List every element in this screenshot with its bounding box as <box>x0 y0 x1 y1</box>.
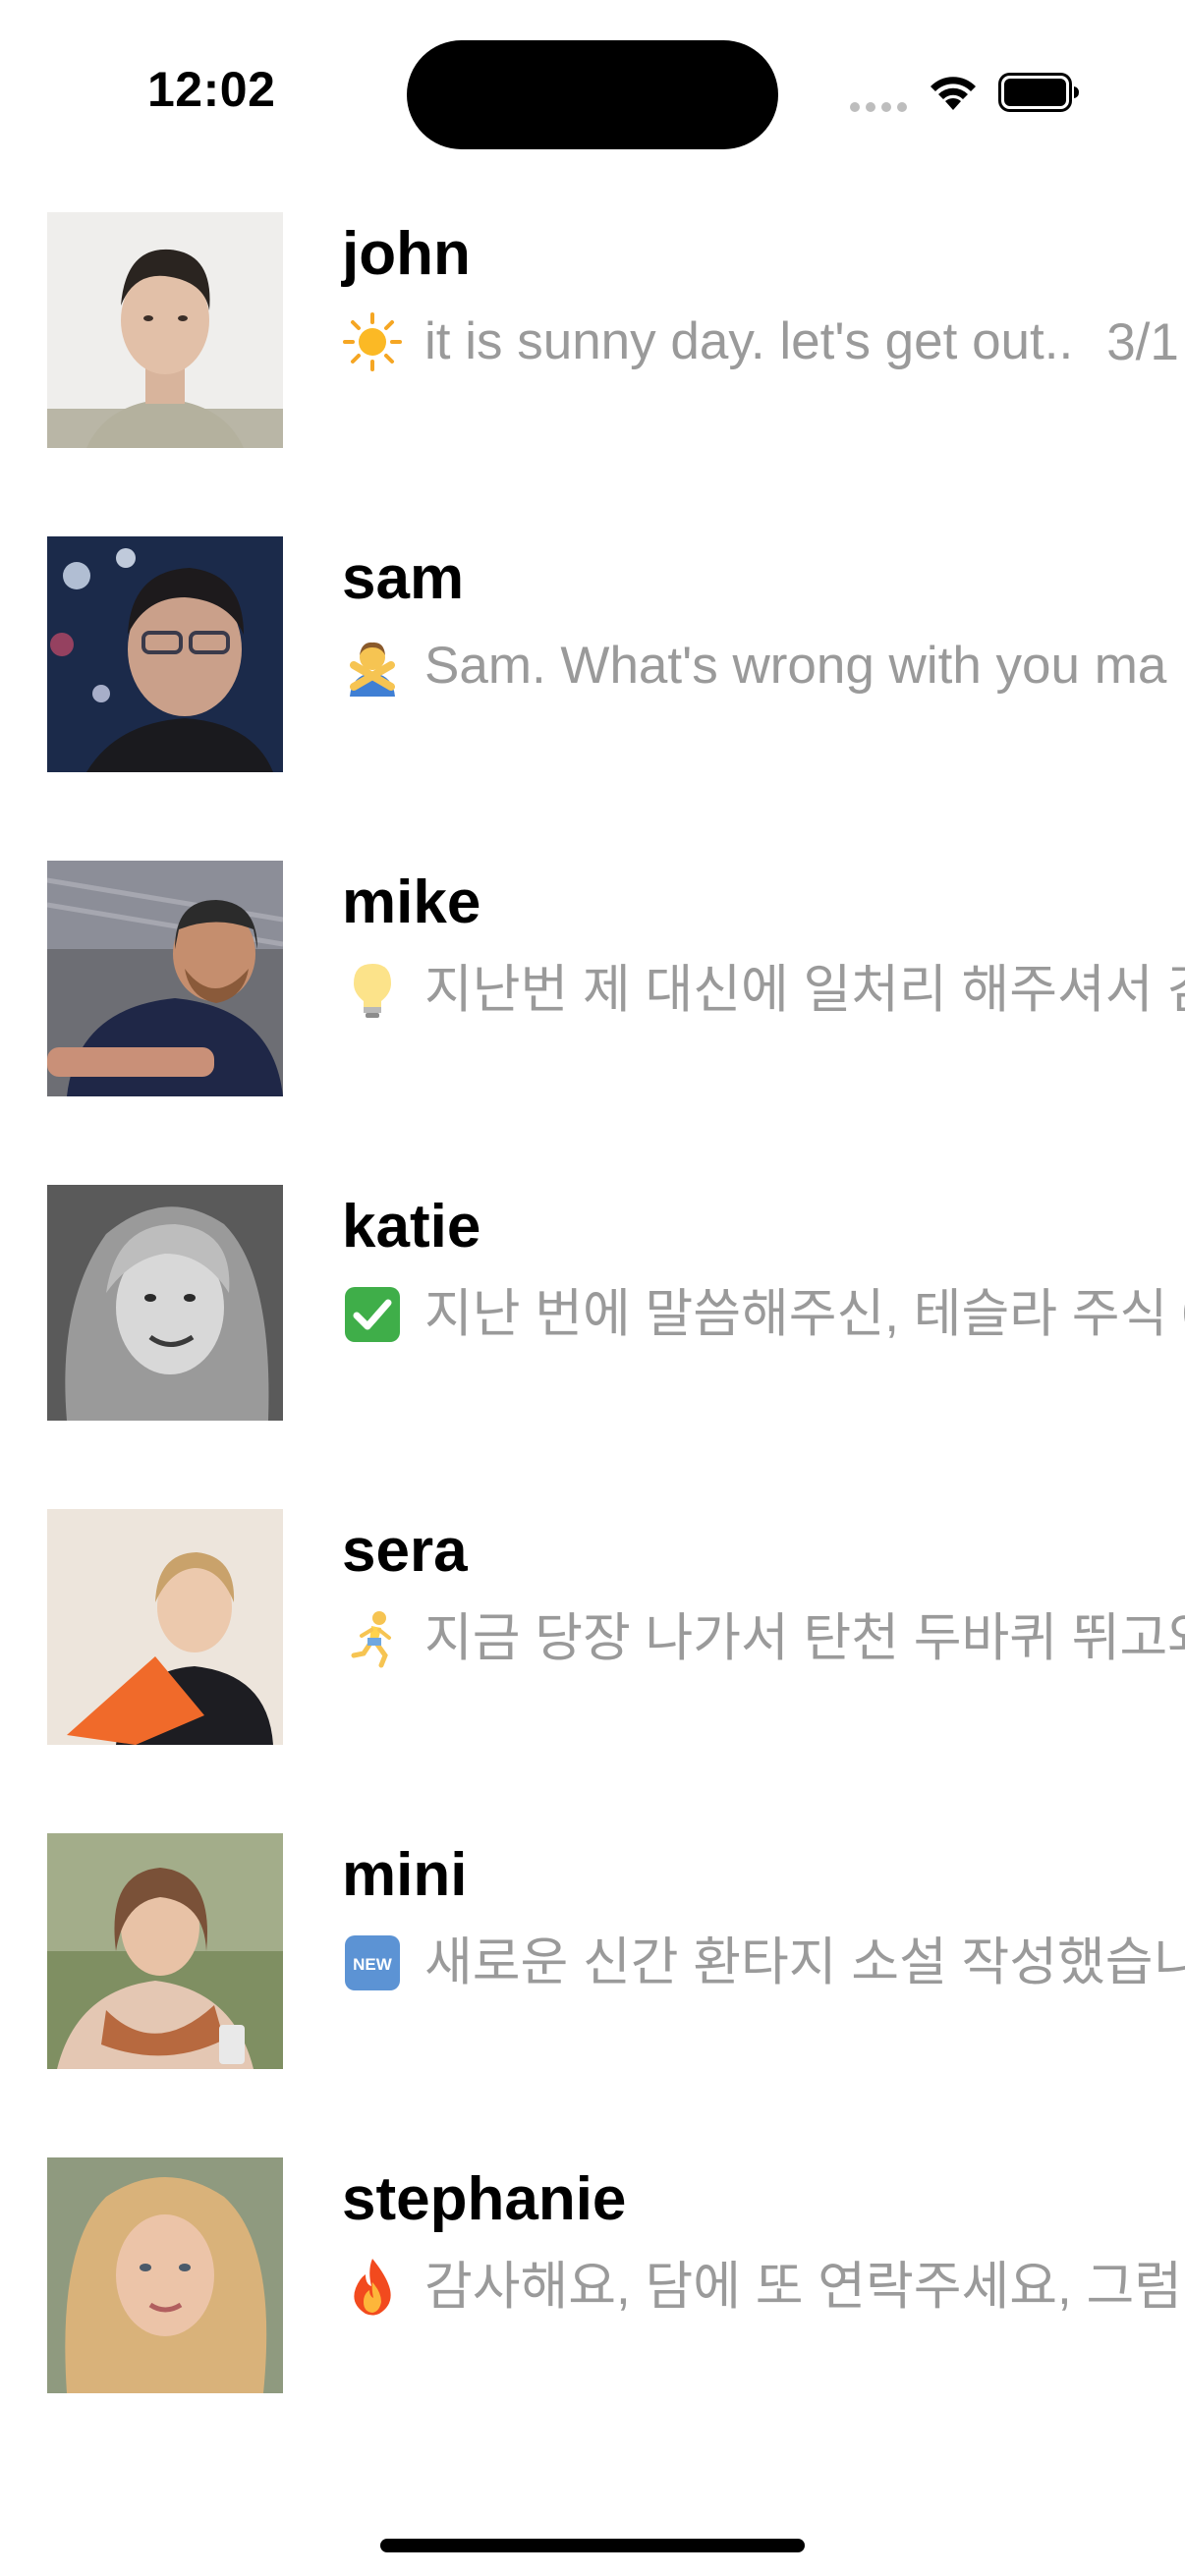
avatar <box>47 212 283 448</box>
battery-icon <box>998 73 1081 112</box>
message-date: 3/1 <box>1106 312 1179 371</box>
message-preview: it is sunny day. let's get out.. 3/1 <box>342 303 1185 381</box>
chat-row-john[interactable]: john it is sunny day. let's get out.. 3/… <box>0 212 1185 536</box>
contact-name: mini <box>342 1841 468 1909</box>
woman-running-icon <box>342 1608 403 1669</box>
svg-text:NEW: NEW <box>353 1955 393 1974</box>
chat-row-mike[interactable]: mike 지난번 제 대신에 일처리 해주셔서 감사 <box>0 861 1185 1185</box>
avatar <box>47 1509 283 1745</box>
message-text: 감사해요, 담에 또 연락주세요, 그럼 0 <box>424 2258 1185 2316</box>
wifi-icon <box>927 71 980 112</box>
message-text: it is sunny day. let's get out.. <box>424 312 1074 370</box>
cellular-signal-icon <box>850 102 907 112</box>
contact-name: katie <box>342 1193 481 1260</box>
message-preview: 지난 번에 말씀해주신, 테슬라 주식 0 <box>342 1275 1185 1354</box>
message-text: Sam. What's wrong with you ma <box>424 637 1167 695</box>
avatar <box>47 1185 283 1421</box>
chat-row-katie[interactable]: katie 지난 번에 말씀해주신, 테슬라 주식 0 <box>0 1185 1185 1509</box>
chat-list: john it is sunny day. let's get out.. 3/… <box>0 212 1185 2482</box>
check-mark-icon <box>342 1284 403 1345</box>
chat-row-mini[interactable]: mini NEW 새로운 신간 환타지 소설 작성했습니다 <box>0 1833 1185 2157</box>
message-text: 새로운 신간 환타지 소설 작성했습니다 <box>424 1933 1185 1991</box>
new-badge-icon: NEW <box>342 1932 403 1993</box>
message-preview: 지금 당장 나가서 탄천 두바퀴 뛰고와 <box>342 1599 1185 1678</box>
avatar <box>47 536 283 772</box>
avatar <box>47 1833 283 2069</box>
dynamic-island <box>407 40 778 149</box>
message-text: 지난번 제 대신에 일처리 해주셔서 감사 <box>424 961 1185 1019</box>
contact-name: john <box>342 220 471 288</box>
contact-name: mike <box>342 868 481 936</box>
light-bulb-icon <box>342 960 403 1021</box>
home-indicator[interactable] <box>380 2539 805 2552</box>
avatar <box>47 2157 283 2393</box>
message-preview: Sam. What's wrong with you ma <box>342 627 1185 705</box>
status-bar: 12:02 <box>0 0 1185 187</box>
person-gesturing-no-icon <box>342 636 403 697</box>
contact-name: sam <box>342 544 465 612</box>
message-preview: NEW 새로운 신간 환타지 소설 작성했습니다 <box>342 1924 1185 2002</box>
contact-name: stephanie <box>342 2165 627 2233</box>
sun-icon <box>342 311 403 372</box>
message-preview: 감사해요, 담에 또 연락주세요, 그럼 0 <box>342 2248 1185 2326</box>
message-text: 지금 당장 나가서 탄천 두바퀴 뛰고와 <box>424 1609 1185 1667</box>
message-preview: 지난번 제 대신에 일처리 해주셔서 감사 <box>342 951 1185 1030</box>
chat-row-sam[interactable]: sam Sam. What's wrong with you ma <box>0 536 1185 861</box>
contact-name: sera <box>342 1517 468 1585</box>
chat-row-sera[interactable]: sera 지금 당장 나가서 탄천 두바퀴 뛰고와 <box>0 1509 1185 1833</box>
avatar <box>47 861 283 1096</box>
message-text: 지난 번에 말씀해주신, 테슬라 주식 0 <box>424 1285 1185 1343</box>
status-time: 12:02 <box>147 62 276 117</box>
chat-row-stephanie[interactable]: stephanie 감사해요, 담에 또 연락주세요, 그럼 0 <box>0 2157 1185 2482</box>
fire-icon <box>342 2257 403 2318</box>
